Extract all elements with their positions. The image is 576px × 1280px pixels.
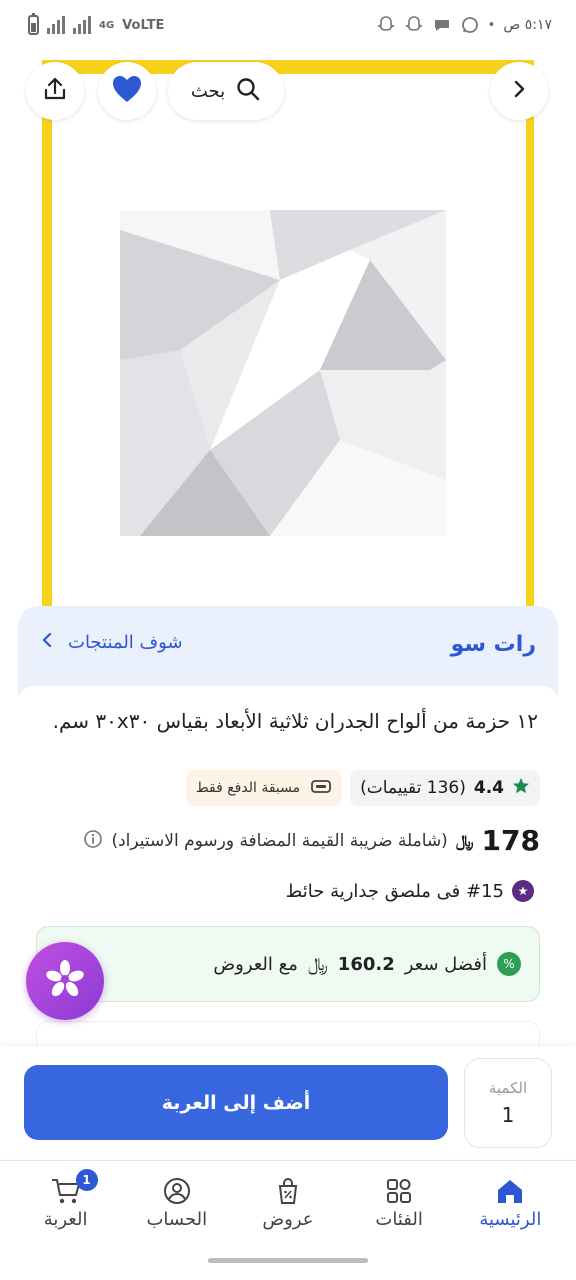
- product-image[interactable]: [0, 50, 576, 630]
- share-icon: [42, 76, 68, 106]
- categories-icon: [385, 1175, 413, 1207]
- rank-row[interactable]: ★ #15 فى ملصق جدارية حائط: [286, 880, 534, 902]
- heart-icon: [111, 74, 143, 108]
- product-details-card: ١٢ حزمة من ألواح الجدران ثلاثية الأبعاد …: [18, 686, 558, 1066]
- share-button[interactable]: [26, 62, 84, 120]
- search-icon: [235, 76, 261, 107]
- nav-home-label: الرئيسية: [479, 1209, 542, 1230]
- snapchat-icon: [404, 15, 424, 35]
- status-bar: 4G VoLTE • ٥:١٧ ص: [0, 0, 576, 50]
- discount-icon: %: [497, 952, 521, 976]
- home-icon: [495, 1175, 525, 1207]
- back-button[interactable]: [490, 62, 548, 120]
- review-count: (136 تقييمات): [360, 778, 466, 798]
- see-products-label: شوف المنتجات: [68, 632, 183, 653]
- rating-row: 4.4 (136 تقييمات) مسبقة الدفع فقط: [185, 770, 540, 806]
- chat-icon: [432, 15, 452, 35]
- prepaid-badge: مسبقة الدفع فقط: [185, 770, 343, 806]
- snapchat-icon: [376, 15, 396, 35]
- offer-price: 160.2: [337, 953, 395, 975]
- signal-4g-icon: [73, 16, 91, 34]
- offer-currency: ﷼: [307, 953, 328, 975]
- offer-prefix: أفضل سعر: [404, 953, 487, 975]
- nav-offers-label: عروض: [262, 1209, 314, 1230]
- seller-strip: رات سو شوف المنتجات: [18, 606, 558, 696]
- wishlist-button[interactable]: [98, 62, 156, 120]
- rating-badge[interactable]: 4.4 (136 تقييمات): [350, 770, 540, 806]
- offer-suffix: مع العروض: [213, 953, 298, 975]
- price-row: 178 ﷼ (شاملة ضريبة القيمة المضافة ورسوم …: [83, 824, 540, 857]
- search-label: بحث: [190, 80, 226, 102]
- volte-label: VoLTE: [122, 17, 165, 33]
- nav-cart[interactable]: 1 العربة: [16, 1169, 116, 1280]
- price-value: 178: [481, 824, 540, 857]
- product-title: ١٢ حزمة من ألواح الجدران ثلاثية الأبعاد …: [52, 709, 538, 733]
- status-right: • ٥:١٧ ص: [376, 15, 552, 35]
- currency-symbol: ﷼: [455, 830, 474, 850]
- nav-categories-label: الفئات: [375, 1209, 423, 1230]
- nav-offers[interactable]: عروض: [238, 1175, 338, 1280]
- nav-home[interactable]: الرئيسية: [460, 1175, 560, 1280]
- info-icon[interactable]: [83, 829, 103, 853]
- seller-name[interactable]: رات سو: [451, 632, 536, 657]
- signal-icon: [47, 16, 65, 34]
- rating-value: 4.4: [473, 778, 504, 798]
- nav-account[interactable]: الحساب: [127, 1175, 227, 1280]
- see-products-link[interactable]: شوف المنتجات: [40, 632, 183, 653]
- nav-account-label: الحساب: [146, 1209, 208, 1230]
- flower-icon: [45, 959, 85, 1003]
- quantity-selector[interactable]: الكمية 1: [464, 1058, 552, 1148]
- quantity-value: 1: [501, 1103, 515, 1127]
- cash-icon: [310, 778, 332, 798]
- add-to-cart-button[interactable]: أضف إلى العربة: [24, 1065, 448, 1140]
- whatsapp-icon: [460, 15, 480, 35]
- account-icon: [162, 1175, 192, 1207]
- battery-icon: [28, 13, 39, 35]
- rank-label: #15 فى ملصق جدارية حائط: [285, 880, 504, 902]
- rank-icon: ★: [512, 880, 534, 902]
- dot-icon: •: [487, 17, 496, 33]
- nav-cart-label: العربة: [43, 1209, 88, 1230]
- wall-panel-image: [120, 210, 446, 536]
- back-arrow-icon: [508, 78, 530, 104]
- best-offer-box[interactable]: % أفضل سعر 160.2 ﷼ مع العروض: [36, 926, 540, 1002]
- promo-bubble-button[interactable]: [26, 942, 104, 1020]
- prepaid-label: مسبقة الدفع فقط: [195, 780, 301, 796]
- quantity-label: الكمية: [488, 1079, 528, 1097]
- network-type: 4G: [99, 19, 115, 31]
- chevron-left-icon: [40, 632, 54, 653]
- star-icon: [512, 777, 530, 800]
- nav-categories[interactable]: الفئات: [349, 1175, 449, 1280]
- clock: ٥:١٧ ص: [503, 17, 552, 33]
- gesture-handle: [208, 1258, 368, 1263]
- status-left: 4G VoLTE: [28, 13, 165, 35]
- cart-count-badge: 1: [75, 1169, 98, 1191]
- vat-note: (شاملة ضريبة القيمة المضافة ورسوم الاستي…: [111, 830, 448, 851]
- offers-icon: [275, 1175, 301, 1207]
- purchase-bar: أضف إلى العربة الكمية 1: [0, 1046, 576, 1158]
- search-button[interactable]: بحث: [168, 62, 284, 120]
